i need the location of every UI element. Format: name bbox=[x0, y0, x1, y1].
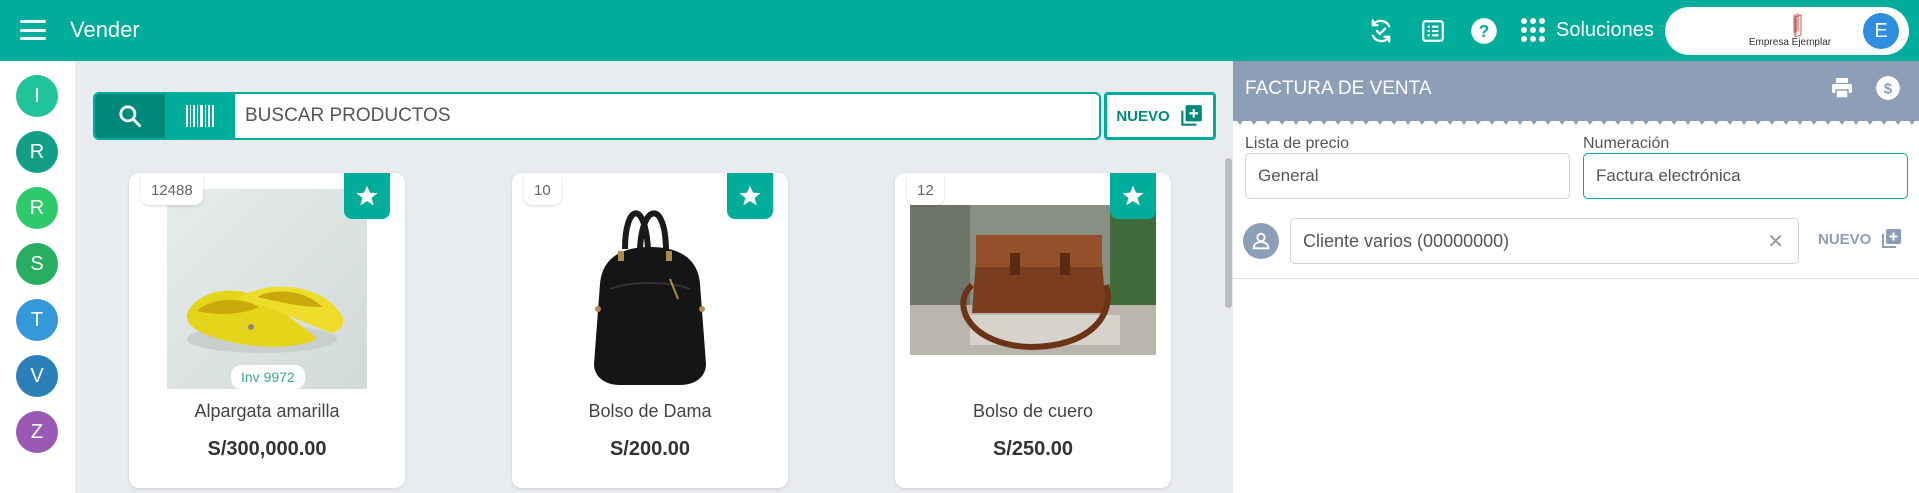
invoice-header: FACTURA DE VENTA $ bbox=[1233, 61, 1919, 121]
menu-icon[interactable] bbox=[20, 20, 46, 40]
product-image bbox=[570, 189, 730, 389]
search-button[interactable] bbox=[95, 94, 165, 138]
header-zigzag bbox=[1233, 115, 1919, 125]
favorite-star-icon[interactable] bbox=[344, 173, 390, 219]
svg-text:?: ? bbox=[1479, 21, 1490, 41]
solutions-menu[interactable]: Soluciones bbox=[1520, 14, 1654, 46]
product-card[interactable]: 10 Bolso de Dama S/200.00 bbox=[512, 173, 788, 488]
product-id: 10 bbox=[524, 175, 561, 205]
product-price: S/300,000.00 bbox=[207, 438, 327, 460]
rail-avatar-v[interactable]: V bbox=[16, 355, 58, 397]
company-name: Empresa Ejemplar bbox=[1748, 37, 1832, 48]
payment-icon[interactable]: $ bbox=[1873, 73, 1903, 103]
top-bar: Vender ? Soluciones Empresa Ejemplar E bbox=[0, 0, 1919, 61]
rail-avatar-i[interactable]: I bbox=[16, 75, 58, 117]
new-client-button[interactable]: NUEVO bbox=[1818, 227, 1903, 251]
product-id: 12488 bbox=[141, 175, 203, 205]
product-image bbox=[167, 189, 367, 389]
barcode-button[interactable] bbox=[165, 94, 235, 138]
add-box-icon bbox=[1882, 229, 1902, 248]
divider bbox=[1233, 278, 1919, 279]
user-avatar[interactable]: E bbox=[1863, 13, 1899, 49]
numbering-select[interactable]: Factura electrónica bbox=[1583, 153, 1908, 199]
product-card[interactable]: 12 Bolso de cuero S/250.00 bbox=[895, 173, 1171, 488]
page-title: Vender bbox=[70, 17, 140, 42]
scrollbar[interactable] bbox=[1225, 158, 1232, 308]
solutions-label: Soluciones bbox=[1556, 18, 1654, 41]
company-switcher[interactable]: Empresa Ejemplar E bbox=[1665, 7, 1909, 55]
client-value: Cliente varios (00000000) bbox=[1303, 231, 1510, 251]
rail-avatar-t[interactable]: T bbox=[16, 299, 58, 341]
price-list-select[interactable]: General bbox=[1245, 153, 1570, 199]
inventory-badge: Inv 9972 bbox=[231, 365, 305, 389]
product-price: S/200.00 bbox=[609, 438, 691, 460]
rail-avatar-r1[interactable]: R bbox=[16, 131, 58, 173]
numbering-label: Numeración bbox=[1583, 135, 1670, 152]
sync-icon[interactable] bbox=[1366, 16, 1396, 46]
left-rail: I R R S T V Z bbox=[0, 61, 75, 493]
rail-avatar-s[interactable]: S bbox=[16, 243, 58, 285]
rail-avatar-z[interactable]: Z bbox=[16, 411, 58, 453]
clear-icon[interactable]: ✕ bbox=[1767, 229, 1784, 254]
product-price: S/250.00 bbox=[992, 438, 1074, 460]
product-name: Bolso de Dama bbox=[588, 401, 712, 421]
new-client-label: NUEVO bbox=[1818, 230, 1872, 248]
search-icon bbox=[119, 105, 142, 128]
help-icon[interactable]: ? bbox=[1469, 16, 1499, 46]
new-product-button[interactable]: NUEVO bbox=[1104, 92, 1216, 140]
favorite-star-icon[interactable] bbox=[727, 173, 773, 219]
product-image bbox=[910, 205, 1156, 355]
svg-text:$: $ bbox=[1884, 80, 1893, 97]
barcode-icon bbox=[186, 105, 214, 127]
apps-grid-icon bbox=[1521, 18, 1545, 42]
invoice-title: FACTURA DE VENTA bbox=[1245, 78, 1432, 99]
product-name: Alpargata amarilla bbox=[194, 401, 340, 421]
add-box-icon bbox=[1180, 105, 1202, 126]
product-search-bar bbox=[93, 92, 1101, 140]
new-product-label: NUEVO bbox=[1116, 107, 1170, 125]
product-card[interactable]: 12488 Inv 9972 Alpargata amarilla S/300,… bbox=[129, 173, 405, 488]
list-icon[interactable] bbox=[1418, 16, 1448, 46]
search-input[interactable] bbox=[245, 94, 1095, 138]
favorite-star-icon[interactable] bbox=[1110, 173, 1156, 219]
print-icon[interactable] bbox=[1827, 73, 1857, 103]
product-name: Bolso de cuero bbox=[972, 401, 1094, 421]
person-icon bbox=[1243, 223, 1279, 259]
price-list-label: Lista de precio bbox=[1245, 135, 1350, 152]
client-field[interactable]: Cliente varios (00000000) ✕ bbox=[1290, 218, 1799, 264]
invoice-panel: FACTURA DE VENTA $ Lista de precio Gener… bbox=[1233, 61, 1919, 493]
rail-avatar-r2[interactable]: R bbox=[16, 187, 58, 229]
product-id: 12 bbox=[907, 175, 944, 205]
